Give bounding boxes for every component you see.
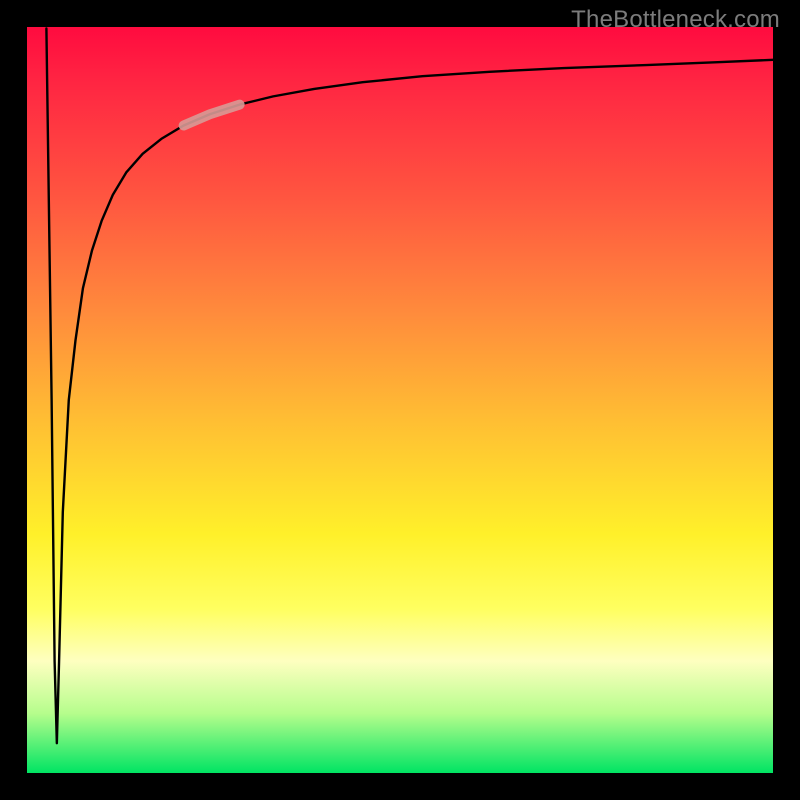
bottleneck-curve [46, 28, 773, 743]
curve-overlay [27, 27, 773, 773]
chart-container: TheBottleneck.com [0, 0, 800, 800]
curve-highlight [184, 105, 240, 126]
watermark-text: TheBottleneck.com [571, 6, 780, 34]
